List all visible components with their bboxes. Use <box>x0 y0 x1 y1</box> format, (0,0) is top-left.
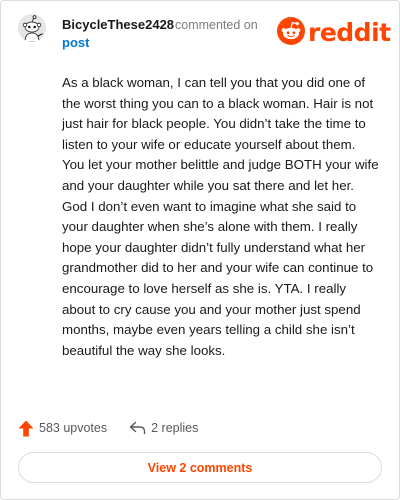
reddit-logo[interactable]: reddit <box>277 16 391 50</box>
comment-meta-text: commented on <box>175 18 258 32</box>
replies-count: 2 replies <box>151 421 199 435</box>
comment-card: BicycleThese2428 commented on post reddi… <box>0 0 400 500</box>
comment-username[interactable]: BicycleThese2428 <box>62 17 174 32</box>
post-link[interactable]: post <box>62 35 89 50</box>
upvotes-count: 583 upvotes <box>39 421 108 435</box>
reply-arrow-icon[interactable] <box>129 421 146 435</box>
upvote-button[interactable]: 583 upvotes <box>18 420 107 437</box>
snoo-avatar-icon[interactable] <box>18 14 46 42</box>
comment-actions: 583 upvotes 2 replies <box>18 417 198 439</box>
view-comments-button[interactable]: View 2 comments <box>18 452 382 483</box>
upvote-arrow-icon[interactable] <box>18 420 34 437</box>
replies-button[interactable]: 2 replies <box>129 421 198 435</box>
comment-body: As a black woman, I can tell you that yo… <box>62 75 379 358</box>
reddit-logo-text: reddit <box>308 18 391 47</box>
reddit-snoo-icon <box>277 16 305 50</box>
